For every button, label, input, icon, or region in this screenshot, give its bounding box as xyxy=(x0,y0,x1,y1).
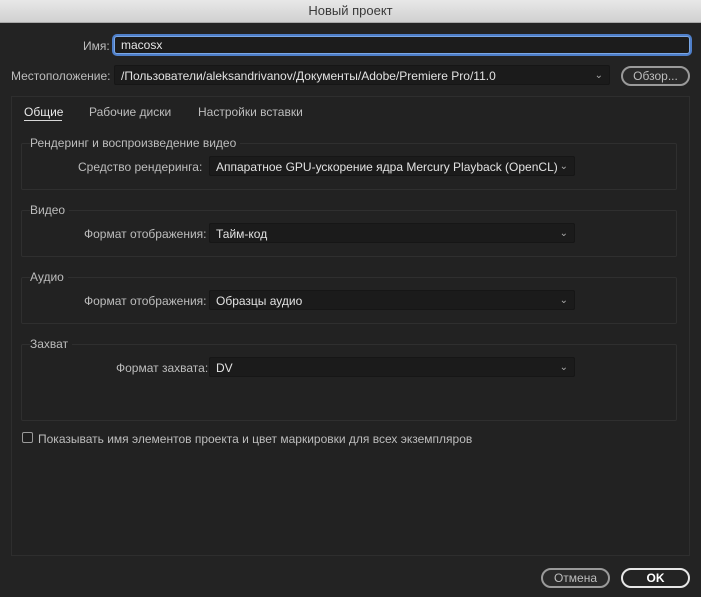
video-group-title: Видео xyxy=(30,203,70,217)
audio-format-select[interactable]: Образцы аудио ⌄ xyxy=(209,290,575,310)
chevron-down-icon: ⌄ xyxy=(559,295,568,306)
capture-format-label: Формат захвата: xyxy=(116,361,209,375)
window-title: Новый проект xyxy=(0,0,701,23)
tab-ingest-settings[interactable]: Настройки вставки xyxy=(198,105,303,119)
show-names-label[interactable]: Показывать имя элементов проекта и цвет … xyxy=(38,432,472,446)
location-value: /Пользователи/aleksandrivanov/Документы/… xyxy=(121,69,496,83)
location-label: Местоположение: xyxy=(11,69,111,83)
browse-button[interactable]: Обзор... xyxy=(621,66,690,86)
chevron-down-icon: ⌄ xyxy=(559,161,568,172)
project-name-input[interactable] xyxy=(114,36,690,54)
capture-group-title: Захват xyxy=(30,337,73,351)
renderer-value: Аппаратное GPU-ускорение ядра Mercury Pl… xyxy=(216,160,558,174)
tab-general[interactable]: Общие xyxy=(24,105,63,119)
capture-group xyxy=(21,344,677,421)
capture-format-select[interactable]: DV ⌄ xyxy=(209,357,575,377)
audio-group-title: Аудио xyxy=(30,270,68,284)
capture-format-value: DV xyxy=(216,361,233,375)
render-group-title: Рендеринг и воспроизведение видео xyxy=(30,136,241,150)
video-format-select[interactable]: Тайм-код ⌄ xyxy=(209,223,575,243)
location-select[interactable]: /Пользователи/aleksandrivanov/Документы/… xyxy=(114,65,610,85)
ok-button[interactable]: OK xyxy=(621,568,690,588)
show-names-checkbox[interactable] xyxy=(22,432,33,443)
chevron-down-icon: ⌄ xyxy=(559,362,568,373)
video-format-label: Формат отображения: xyxy=(84,227,207,241)
chevron-down-icon: ⌄ xyxy=(559,228,568,239)
tab-scratch-disks[interactable]: Рабочие диски xyxy=(89,105,171,119)
active-tab-indicator xyxy=(24,120,62,121)
chevron-down-icon: ⌄ xyxy=(594,70,603,81)
renderer-select[interactable]: Аппаратное GPU-ускорение ядра Mercury Pl… xyxy=(209,156,575,176)
name-label: Имя: xyxy=(83,39,110,53)
video-format-value: Тайм-код xyxy=(216,227,268,241)
audio-format-value: Образцы аудио xyxy=(216,294,303,308)
renderer-label: Средство рендеринга: xyxy=(78,160,203,174)
cancel-button[interactable]: Отмена xyxy=(541,568,610,588)
audio-format-label: Формат отображения: xyxy=(84,294,207,308)
